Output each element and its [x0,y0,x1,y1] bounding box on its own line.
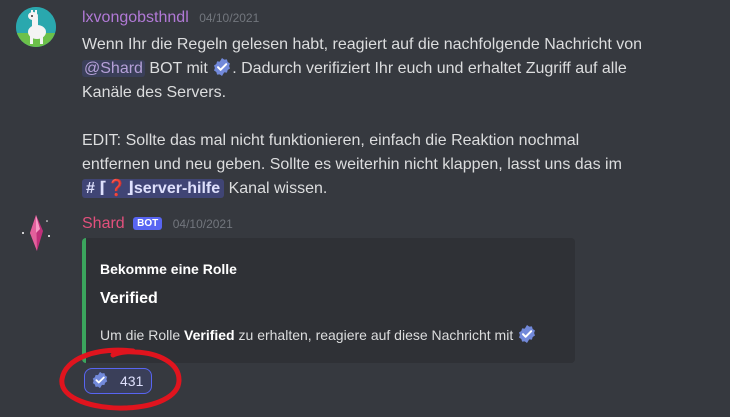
verified-icon [214,58,231,76]
avatar-lxvongobsthndl[interactable] [16,7,56,47]
verified-icon [519,325,536,343]
message-line: Kanäle des Servers. [82,84,227,101]
message-content: Wenn Ihr die Regeln gelesen habt, reagie… [82,33,722,201]
timestamp: 04/10/2021 [199,11,260,25]
channel-mention[interactable]: # ⌈❓⌋server-hilfe [82,179,225,198]
message-text: Kanal wissen. [228,180,328,197]
embed-author: Bekomme eine Rolle [100,261,237,277]
user-mention[interactable]: @Shard [82,60,145,77]
message-line: EDIT: Sollte das mal nicht funktionieren… [82,132,580,149]
timestamp: 04/10/2021 [172,217,233,231]
username[interactable]: lxvongobsthndl [82,9,189,26]
embed-title: Verified [100,290,158,307]
embed-description: Um die Rolle Verified zu erhalten, reagi… [100,324,537,344]
message-header: Shard BOT 04/10/2021 [82,215,233,233]
username[interactable]: Shard [82,215,125,232]
message-line: @Shard BOT mit . Dadurch verifiziert Ihr… [82,57,722,81]
embed-desc-bold: Verified [184,327,235,343]
annotation-circle [59,347,182,411]
llama-icon [16,7,56,47]
embed-desc-text: Um die Rolle [100,327,181,343]
bot-badge: BOT [133,217,163,230]
message-text: . Dadurch verifiziert Ihr euch und erhal… [232,60,627,77]
message-line: # ⌈❓⌋server-hilfe Kanal wissen. [82,177,722,201]
message-line: entfernen und neu geben. Sollte es weite… [82,156,622,173]
message-header: lxvongobsthndl 04/10/2021 [82,9,259,27]
message-text: BOT mit [149,60,208,77]
embed-desc-text: zu erhalten, reagiere auf diese Nachrich… [238,327,514,343]
message-line: Wenn Ihr die Regeln gelesen habt, reagie… [82,36,643,53]
avatar-shard[interactable] [16,213,56,253]
crystal-icon [22,215,50,251]
